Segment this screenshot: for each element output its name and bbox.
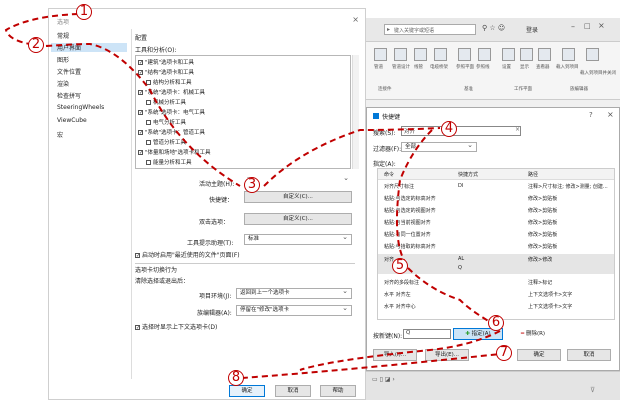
annotation-1: 1 bbox=[76, 4, 92, 20]
annotation-4: 4 bbox=[441, 121, 457, 137]
annotation-8: 8 bbox=[228, 370, 244, 386]
annotation-5: 5 bbox=[392, 258, 408, 274]
annotation-2: 2 bbox=[28, 37, 44, 53]
arrow-path-2 bbox=[45, 42, 241, 187]
annotation-overlay bbox=[4, 13, 501, 379]
arrow-path-3 bbox=[263, 127, 441, 187]
annotation-7: 7 bbox=[496, 345, 512, 361]
arrow-path-6 bbox=[299, 330, 501, 371]
arrow-path-4 bbox=[395, 129, 433, 263]
annotation-3: 3 bbox=[244, 177, 260, 193]
arrow-path-5 bbox=[407, 267, 491, 323]
annotation-6: 6 bbox=[488, 315, 504, 331]
